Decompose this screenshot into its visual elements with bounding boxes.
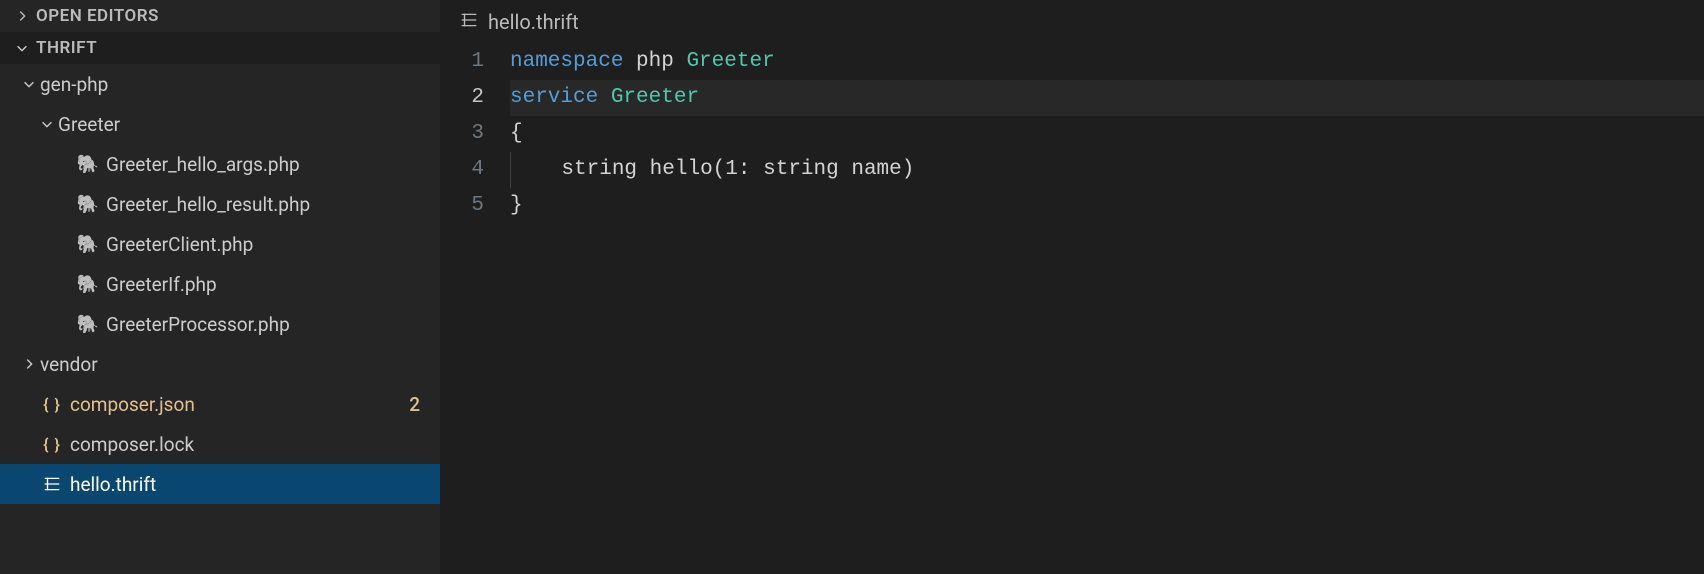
folder-item[interactable]: gen-php — [0, 64, 440, 104]
open-editors-label: OPEN EDITORS — [36, 6, 159, 26]
code-line[interactable]: service Greeter — [510, 80, 1704, 116]
folder-name: Greeter — [58, 113, 428, 136]
code-line[interactable]: namespace php Greeter — [510, 44, 1704, 80]
code-area[interactable]: 12345 namespace php Greeterservice Greet… — [440, 44, 1704, 574]
editor-tab-filename: hello.thrift — [488, 10, 579, 34]
editor-pane: hello.thrift 12345 namespace php Greeter… — [440, 0, 1704, 574]
workspace-section-header[interactable]: THRIFT — [0, 32, 440, 64]
line-number: 1 — [440, 44, 484, 80]
chevron-right-icon — [12, 9, 32, 23]
php-file-icon: 🐘 — [76, 194, 100, 215]
file-name: GreeterProcessor.php — [106, 313, 428, 336]
file-item[interactable]: 🐘 GreeterIf.php — [0, 264, 440, 304]
file-item[interactable]: { } composer.json2 — [0, 384, 440, 424]
folder-name: vendor — [40, 353, 428, 376]
line-number: 3 — [440, 116, 484, 152]
php-file-icon: 🐘 — [76, 154, 100, 175]
code-line[interactable]: { — [510, 116, 1704, 152]
sidebar: OPEN EDITORS THRIFT gen-php Greeter 🐘 Greet… — [0, 0, 440, 574]
file-icon — [460, 10, 478, 34]
editor-tab-bar: hello.thrift — [440, 0, 1704, 44]
file-item[interactable]: 🐘 Greeter_hello_args.php — [0, 144, 440, 184]
open-editors-section-header[interactable]: OPEN EDITORS — [0, 0, 440, 32]
file-item[interactable]: hello.thrift — [0, 464, 440, 504]
line-number: 5 — [440, 188, 484, 224]
line-number: 4 — [440, 152, 484, 188]
file-item[interactable]: 🐘 GreeterProcessor.php — [0, 304, 440, 344]
thrift-file-icon — [40, 475, 64, 493]
chevron-right-icon — [18, 357, 40, 371]
code-line[interactable]: } — [510, 188, 1704, 224]
file-name: composer.lock — [70, 433, 428, 456]
code-content[interactable]: namespace php Greeterservice Greeter{ st… — [510, 44, 1704, 574]
file-name: GreeterClient.php — [106, 233, 428, 256]
modified-count-badge: 2 — [409, 393, 428, 416]
chevron-down-icon — [12, 41, 32, 55]
chevron-down-icon — [18, 77, 40, 91]
editor-tab[interactable]: hello.thrift — [460, 10, 579, 34]
file-name: hello.thrift — [70, 473, 428, 496]
chevron-down-icon — [36, 117, 58, 131]
file-name: composer.json — [70, 393, 409, 416]
json-file-icon: { } — [40, 395, 64, 414]
file-tree[interactable]: gen-php Greeter 🐘 Greeter_hello_args.php 🐘 Gr… — [0, 64, 440, 574]
file-name: Greeter_hello_result.php — [106, 193, 428, 216]
file-item[interactable]: 🐘 GreeterClient.php — [0, 224, 440, 264]
php-file-icon: 🐘 — [76, 274, 100, 295]
folder-name: gen-php — [40, 73, 428, 96]
file-item[interactable]: 🐘 Greeter_hello_result.php — [0, 184, 440, 224]
line-number: 2 — [440, 80, 484, 116]
php-file-icon: 🐘 — [76, 314, 100, 335]
file-name: GreeterIf.php — [106, 273, 428, 296]
file-name: Greeter_hello_args.php — [106, 153, 428, 176]
line-number-gutter: 12345 — [440, 44, 510, 574]
json-file-icon: { } — [40, 435, 64, 454]
php-file-icon: 🐘 — [76, 234, 100, 255]
workspace-label: THRIFT — [36, 38, 97, 58]
code-line[interactable]: string hello(1: string name) — [510, 152, 1704, 188]
folder-item[interactable]: vendor — [0, 344, 440, 384]
folder-item[interactable]: Greeter — [0, 104, 440, 144]
file-item[interactable]: { } composer.lock — [0, 424, 440, 464]
